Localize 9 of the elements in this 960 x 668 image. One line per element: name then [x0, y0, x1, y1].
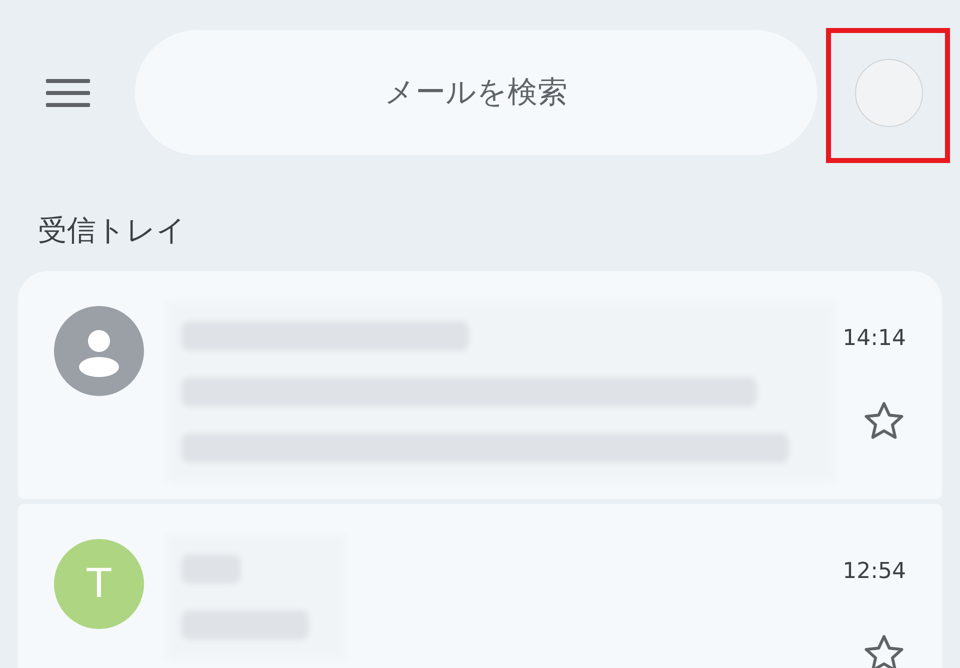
sender-avatar: T: [54, 539, 144, 629]
star-icon[interactable]: [862, 632, 906, 668]
message-card[interactable]: 14:14: [18, 271, 942, 499]
message-card[interactable]: T 12:54: [18, 504, 942, 668]
message-time: 12:54: [842, 559, 906, 584]
message-time: 14:14: [842, 326, 906, 351]
section-title: 受信トレイ: [38, 213, 187, 249]
search-field[interactable]: メールを検索: [135, 30, 817, 155]
menu-icon[interactable]: [46, 78, 90, 106]
